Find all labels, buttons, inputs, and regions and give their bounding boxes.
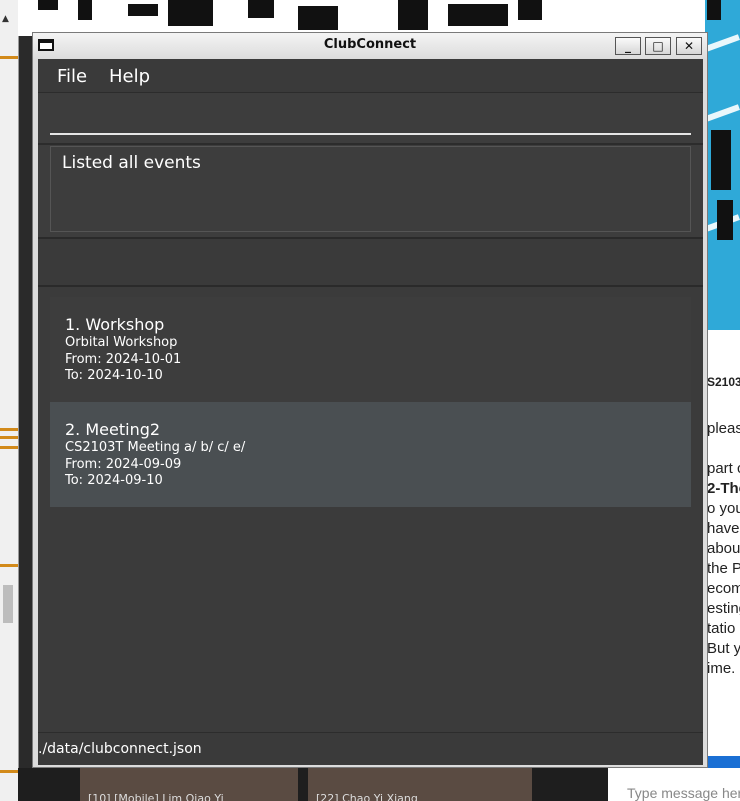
background-chat-line: o you (707, 500, 740, 517)
command-box (38, 93, 703, 145)
background-chat-header: S2103 (707, 375, 740, 389)
background-video-label: [10] [Mobile] Lim Qiao Yi (88, 792, 224, 801)
background-chat-panel: S2103 pleas part c 2-The o you have abou… (705, 330, 740, 801)
event-to-date: To: 2024-10-10 (65, 368, 163, 383)
scroll-up-icon: ▲ (2, 14, 9, 24)
background-stripe (0, 770, 18, 773)
background-image-panel (705, 0, 740, 330)
event-list[interactable]: 1. Workshop Orbital Workshop From: 2024-… (38, 287, 703, 732)
window-title: ClubConnect (323, 37, 417, 52)
background-chat-line: esting (707, 600, 740, 617)
background-stripe (0, 56, 18, 59)
background-chat-input: Type message here. (608, 768, 740, 801)
status-bar: ./data/clubconnect.json (38, 732, 703, 765)
event-card-selected[interactable]: 2. Meeting2 CS2103T Meeting a/ b/ c/ e/ … (50, 402, 691, 507)
background-chat-line: 2-The (707, 480, 740, 497)
panel-spacer (38, 239, 703, 285)
maximize-button[interactable]: □ (645, 37, 671, 55)
background-video-label: [22] Chao Yi Xiang (316, 792, 418, 801)
background-video-strip: [10] [Mobile] Lim Qiao Yi [22] Chao Yi X… (18, 768, 740, 801)
event-from-date: From: 2024-09-09 (65, 456, 182, 472)
result-display: Listed all events (50, 146, 691, 232)
minimize-button[interactable]: _ (615, 37, 641, 55)
result-message: Listed all events (62, 153, 201, 173)
background-left-panel: ▲ (0, 0, 19, 801)
command-input[interactable] (50, 109, 691, 135)
clubconnect-window: ClubConnect _ □ ✕ File Help Listed all e… (32, 32, 708, 768)
title-bar[interactable]: ClubConnect _ □ ✕ (33, 33, 707, 59)
background-qr-strip (18, 0, 740, 36)
event-card[interactable]: 1. Workshop Orbital Workshop From: 2024-… (50, 297, 691, 402)
background-chat-line: pleas (707, 420, 740, 437)
background-chat-input-placeholder: Type message here. (627, 785, 740, 801)
menu-file[interactable]: File (57, 66, 87, 87)
background-chat-line: But yo (707, 640, 740, 657)
background-chat-line: abou (707, 540, 740, 557)
event-description: CS2103T Meeting a/ b/ c/ e/ (65, 440, 246, 455)
background-chat-line: have (707, 520, 740, 537)
close-button[interactable]: ✕ (676, 37, 702, 55)
background-stripe (0, 564, 18, 567)
menu-bar: File Help (38, 59, 703, 93)
event-to-date: To: 2024-09-10 (65, 473, 163, 488)
menu-help[interactable]: Help (109, 66, 150, 87)
event-description: Orbital Workshop (65, 335, 178, 350)
event-from-date: From: 2024-10-01 (65, 351, 182, 367)
save-location-text: ./data/clubconnect.json (38, 741, 202, 757)
background-chat-line: ime. (707, 660, 736, 677)
background-chat-line: the Pl (707, 560, 740, 577)
background-scrollbar-thumb (3, 585, 13, 623)
background-chat-line: tatio (707, 620, 736, 637)
background-stripe (0, 428, 18, 431)
event-name: 2. Meeting2 (65, 420, 161, 439)
background-chat-line: part c (707, 460, 740, 477)
background-stripe (0, 446, 18, 449)
event-name: 1. Workshop (65, 315, 165, 334)
background-stripe (0, 436, 18, 439)
app-content: File Help Listed all events 1. Workshop … (38, 59, 703, 765)
background-chat-line: ecomi (707, 580, 740, 597)
